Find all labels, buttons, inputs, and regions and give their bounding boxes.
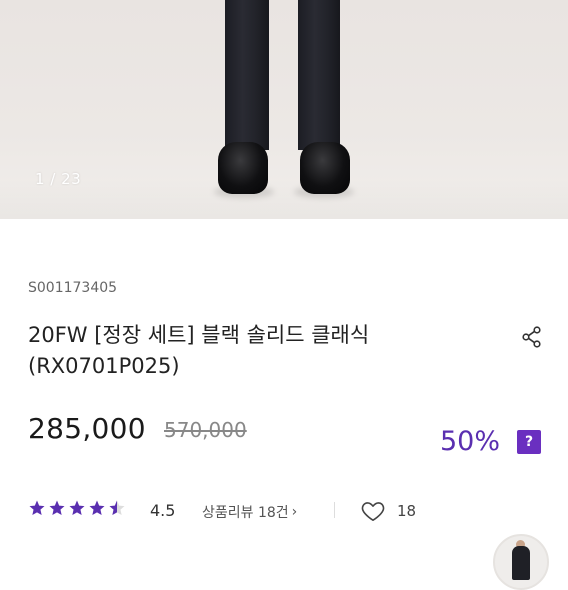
rating-stars — [28, 499, 126, 517]
sale-price: 285,000 — [28, 412, 146, 445]
star-icon — [89, 500, 105, 516]
divider — [334, 502, 335, 518]
product-code: S001173405 — [28, 280, 118, 296]
heart-icon[interactable] — [360, 498, 386, 524]
star-icon — [69, 500, 85, 516]
trouser-leg-right — [298, 0, 340, 150]
original-price: 570,000 — [164, 418, 247, 442]
image-counter: 1 / 23 — [35, 170, 82, 188]
product-title-line2: (RX0701P025) — [28, 354, 180, 378]
discount-help-button[interactable]: ? — [517, 430, 541, 454]
review-link[interactable]: 상품리뷰 18건 › — [202, 502, 297, 522]
rating-score: 4.5 — [150, 501, 176, 520]
half-star-icon — [109, 500, 125, 516]
star-icon — [49, 500, 65, 516]
discount-rate: 50% — [440, 426, 501, 457]
recent-product-thumbnail[interactable] — [493, 534, 549, 590]
product-image-gallery[interactable]: 1 / 23 — [0, 0, 568, 219]
trouser-leg-left — [225, 0, 269, 150]
star-icon — [29, 500, 45, 516]
chevron-right-icon: › — [291, 504, 298, 520]
review-count-label: 상품리뷰 18건 — [202, 505, 289, 521]
share-icon[interactable] — [520, 325, 544, 349]
product-title: 20FW [정장 세트] 블랙 솔리드 클래식 (RX0701P025) — [28, 320, 468, 382]
like-count: 18 — [397, 502, 417, 520]
product-title-line1: 20FW [정장 세트] 블랙 솔리드 클래식 — [28, 323, 370, 347]
